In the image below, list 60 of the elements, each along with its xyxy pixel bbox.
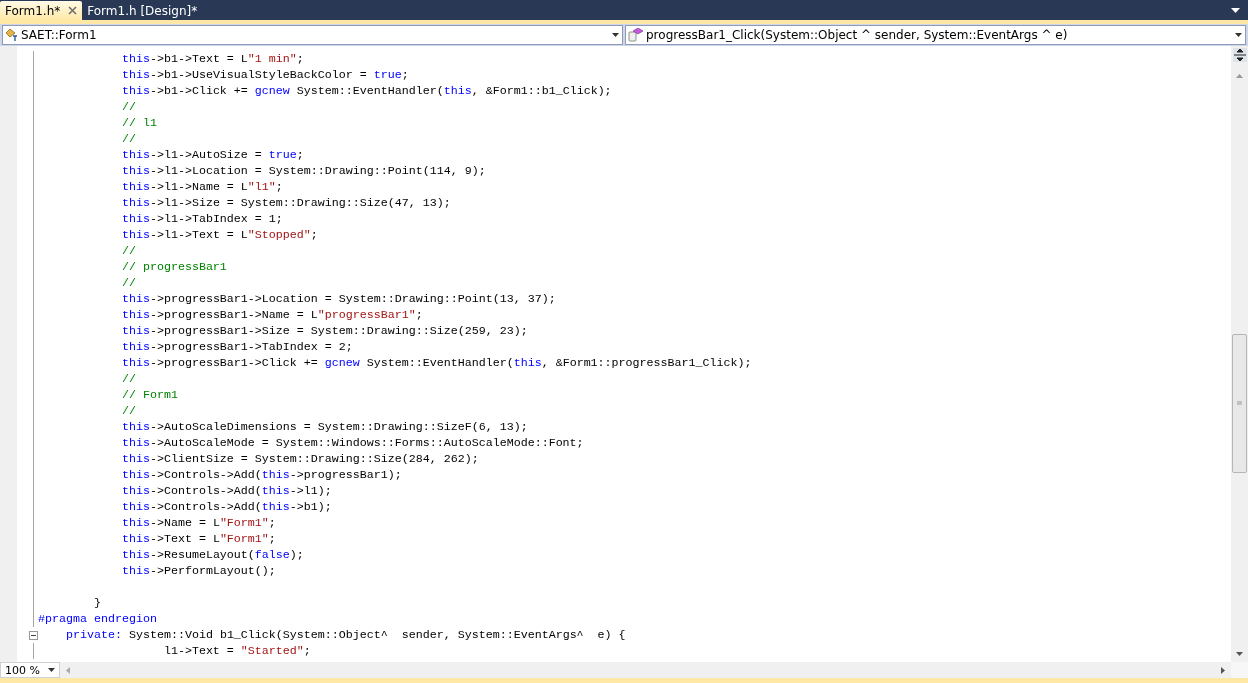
code-line: this->l1->Text = L"Stopped"; [120,227,318,243]
code-line: // [120,243,136,259]
dropdown-icon [1235,33,1242,37]
member-combo[interactable]: progressBar1_Click(System::Object ^ sender, System::EventArgs ^ e) [625,25,1246,45]
code-line: this->Controls->Add(this->l1); [120,483,332,499]
code-line: #pragma endregion [38,611,157,627]
document-tab[interactable]: Form1.h [Design]* [82,1,203,20]
code-line: // Form1 [120,387,178,403]
code-line: // progressBar1 [120,259,227,275]
code-line: this->progressBar1->Click += gcnew System::EventHandler(this, &Form1::progressBar1_Click); [120,355,752,371]
type-combo[interactable]: SAET::Form1 [2,25,623,45]
code-line: this->b1->Click += gcnew System::EventHandler(this, &Form1::b1_Click); [120,83,612,99]
code-line: this->progressBar1->Location = System::Drawing::Point(13, 37); [120,291,556,307]
code-line: this->Name = L"Form1"; [120,515,276,531]
tab-label: Form1.h* [5,3,61,18]
close-icon[interactable] [68,6,78,15]
code-line: this->Text = L"Form1"; [120,531,276,547]
scroll-right-icon[interactable] [1221,666,1225,674]
tab-label: Form1.h [Design]* [87,3,198,18]
code-line: this->Controls->Add(this->b1); [120,499,332,515]
code-line: this->ResumeLayout(false); [120,547,304,563]
class-icon [5,28,19,42]
code-line: // l1 [120,115,157,131]
code-line: this->b1->Text = L"1 min"; [120,51,304,67]
code-line: this->Controls->Add(this->progressBar1); [120,467,402,483]
code-line: private: System::Void b1_Click(System::Object^ sender, System::EventArgs^ e) { [64,627,626,643]
code-line: // [120,131,136,147]
scrollbar-corner [1231,662,1248,678]
code-line: this->progressBar1->Name = L"progressBar1"; [120,307,423,323]
code-line: this->l1->Location = System::Drawing::Point(114, 9); [120,163,486,179]
code-line: this->l1->Name = L"l1"; [120,179,283,195]
dropdown-icon[interactable] [1231,8,1240,14]
horizontal-scrollbar[interactable] [60,662,1231,678]
zoom-combo[interactable]: 100 % [0,662,60,678]
code-line: // [120,275,136,291]
code-line: this->AutoScaleDimensions = System::Drawing::SizeF(6, 13); [120,419,528,435]
code-line: this->progressBar1->Size = System::Drawing::Size(259, 23); [120,323,528,339]
code-line: this->ClientSize = System::Drawing::Size(284, 262); [120,451,479,467]
code-line: } [92,595,101,611]
code-line: this->l1->TabIndex = 1; [120,211,283,227]
vertical-scrollbar[interactable] [1231,46,1248,662]
code-line: // [120,403,136,419]
collapse-icon[interactable] [29,630,38,640]
code-line: this->progressBar1->TabIndex = 2; [120,339,353,355]
code-line: this->AutoScaleMode = System::Windows::Forms::AutoScaleMode::Font; [120,435,584,451]
code-line: this->PerformLayout(); [120,563,276,579]
code-line: // [120,371,136,387]
code-line: // [120,99,136,115]
splitter-icon[interactable] [1232,48,1247,62]
code-line: this->b1->UseVisualStyleBackColor = true; [120,67,409,83]
dropdown-icon [612,33,619,37]
code-line: l1->Text = "Started"; [162,643,311,659]
method-icon [628,28,644,42]
code-line: this->l1->Size = System::Drawing::Size(47, 13); [120,195,451,211]
scroll-down-icon[interactable] [1236,652,1243,656]
document-tab[interactable]: Form1.h* [0,1,83,20]
scrollbar-thumb[interactable] [1232,334,1247,473]
code-line: this->l1->AutoSize = true; [120,147,304,163]
scroll-up-icon[interactable] [1236,74,1243,78]
dropdown-icon [48,668,55,672]
